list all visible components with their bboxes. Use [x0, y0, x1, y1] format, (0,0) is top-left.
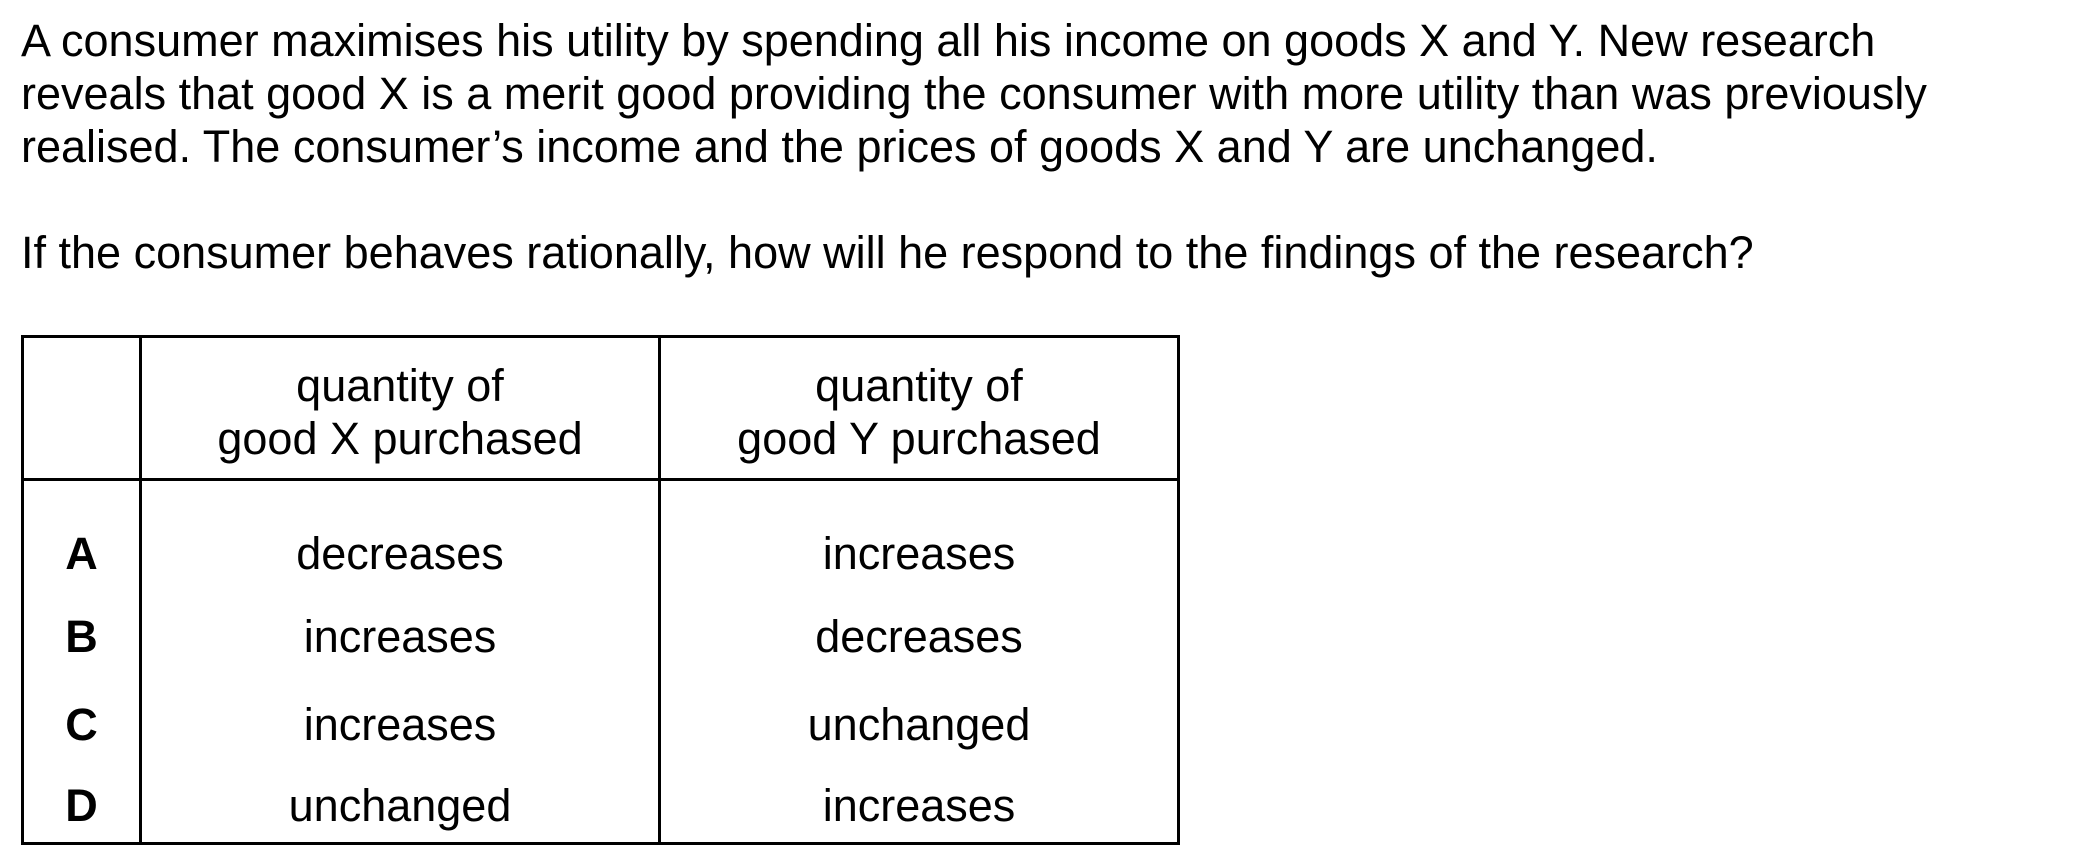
option-good-x: decreases [139, 479, 661, 593]
option-good-y: unchanged [658, 680, 1180, 769]
option-letter: C [21, 680, 142, 769]
option-row-a[interactable]: A decreases increases [21, 479, 1180, 593]
option-letter: D [21, 768, 142, 845]
question-text: A consumer maximises his utility by spen… [21, 14, 2071, 279]
question-stem-line: A consumer maximises his utility by spen… [21, 15, 1876, 66]
header-good-x: quantity of good X purchased [139, 335, 661, 481]
header-good-y: quantity of good Y purchased [658, 335, 1180, 481]
option-good-x: unchanged [139, 768, 661, 845]
option-letter: A [21, 479, 142, 593]
question-prompt: If the consumer behaves rationally, how … [21, 227, 1754, 278]
option-row-b[interactable]: B increases decreases [21, 592, 1180, 681]
table-header-row: quantity of good X purchased quantity of… [21, 335, 1180, 481]
question-stem: A consumer maximises his utility by spen… [21, 14, 2071, 173]
header-good-y-line2: good Y purchased [737, 413, 1101, 464]
answer-options-table: quantity of good X purchased quantity of… [21, 335, 1180, 845]
option-good-y: increases [658, 768, 1180, 845]
option-row-d[interactable]: D unchanged increases [21, 768, 1180, 845]
question-stem-line: realised. The consumer’s income and the … [21, 121, 1658, 172]
option-good-y: increases [658, 479, 1180, 593]
header-good-y-line1: quantity of [815, 360, 1023, 411]
question-stem-line: reveals that good X is a merit good prov… [21, 68, 1927, 119]
header-letter-cell [21, 335, 142, 481]
option-letter: B [21, 592, 142, 681]
option-good-x: increases [139, 680, 661, 769]
header-good-x-line2: good X purchased [217, 413, 583, 464]
option-good-x: increases [139, 592, 661, 681]
option-good-y: decreases [658, 592, 1180, 681]
option-row-c[interactable]: C increases unchanged [21, 680, 1180, 769]
header-good-x-line1: quantity of [296, 360, 504, 411]
